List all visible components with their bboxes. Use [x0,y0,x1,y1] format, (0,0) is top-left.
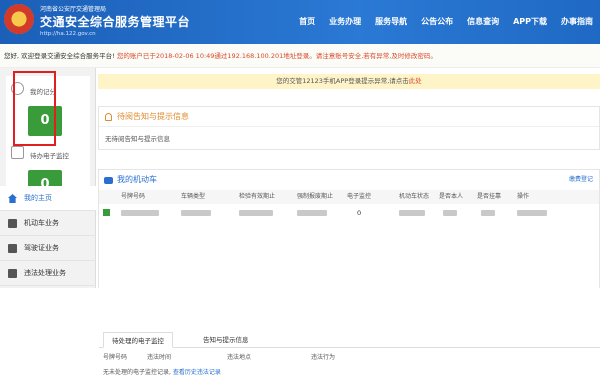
blurred-affiliated [481,210,495,216]
alert-panel-header: 待阅告知与提示信息 [99,107,599,127]
license-icon [8,244,17,253]
row-status-marker [103,209,110,216]
tab-pending-monitor[interactable]: 待处理的电子监控 [103,332,173,348]
alert-panel: 待阅告知与提示信息 无待阅告知与提示信息 [98,106,600,150]
col-violation-act: 违法行为 [311,354,336,361]
vehicle-panel-header: 我的机动车 缴费登记 [99,170,599,190]
app-login-notice: 您的交管12123手机APP登录提示异常,请点击此处 [98,74,600,89]
camera-icon [11,146,24,159]
blurred-plate [121,210,159,216]
menu-item-violation[interactable]: 违法处理业务 [0,261,96,286]
app-notice-text: 您的交管12123手机APP登录提示异常,请点击 [276,77,409,85]
violation-empty-text: 无未处理的电子监控记录, [103,369,171,376]
vehicle-panel: 我的机动车 缴费登记 号牌号码 车辆类型 检验有效期止 强制报废期止 电子监控 … [98,169,600,376]
site-url: http://ha.122.gov.cn [40,31,96,37]
menu-item-label: 驾驶证业务 [24,244,59,252]
site-header: 河南省公安厅交通管理局 交通安全综合服务管理平台 http://ha.122.g… [0,0,600,44]
blurred-inspection [239,210,273,216]
row-monitor-count: 0 [357,209,362,217]
nav-service-guide[interactable]: 服务导航 [368,0,414,44]
main-content: 您的交管12123手机APP登录提示异常,请点击此处 待阅告知与提示信息 无待阅… [98,68,600,376]
history-violation-link[interactable]: 查看历史违法记录 [173,369,221,376]
department-name: 河南省公安厅交通管理局 [40,6,107,13]
sidebar: 我的记分 0 待办电子监控 0 我的主页 机动车业务 驾驶证业务 违法处理业务 [0,68,96,288]
login-notice-bar: 您好, 欢迎登录交通安全综合服务平台! 您的账户已于2018-02-06 10:… [0,44,600,68]
police-emblem-icon [4,4,34,34]
col-is-owner: 是否本人 [439,193,464,200]
blurred-type [181,210,211,216]
points-value: 0 [28,106,62,136]
blurred-status [399,210,425,216]
vehicle-table-header: 号牌号码 车辆类型 检验有效期止 强制报废期止 电子监控 机动车状态 是否本人 … [99,190,599,204]
tab-notices[interactable]: 告知与提示信息 [195,332,257,348]
violation-empty-message: 无未处理的电子监控记录, 查看历史违法记录 [103,367,221,376]
platform-title: 交通安全综合服务管理平台 [40,15,191,29]
violation-table-header: 号牌号码 违法时间 违法地点 违法行为 [99,352,600,364]
blurred-actions [517,210,547,216]
points-icon [11,82,24,95]
car-icon [104,177,113,184]
points-label: 我的记分 [30,88,56,96]
vehicle-panel-title: 我的机动车 [117,175,157,184]
side-menu: 我的主页 机动车业务 驾驶证业务 违法处理业务 [0,186,96,286]
payment-register-link[interactable]: 缴费登记 [569,170,593,190]
col-vehicle-type: 车辆类型 [181,193,206,200]
menu-item-label: 机动车业务 [24,219,59,227]
blurred-scrap [297,210,327,216]
col-plate: 号牌号码 [103,354,128,361]
col-actions: 操作 [517,193,530,200]
greeting-text: 您好, [4,52,20,60]
car-icon [8,219,17,228]
col-is-affiliated: 是否挂靠 [477,193,502,200]
nav-office-guide[interactable]: 办事指南 [554,0,600,44]
col-violation-time: 违法时间 [147,354,172,361]
welcome-text: 欢迎登录交通安全综合服务平台! [21,52,115,60]
table-row[interactable]: 0 [99,206,599,220]
points-card[interactable]: 我的记分 0 [6,76,90,144]
home-icon [8,194,17,203]
login-warning-text: 您的账户已于2018-02-06 10:49通过192.168.100.201地… [116,52,437,60]
nav-announcements[interactable]: 公告公布 [414,0,460,44]
col-vehicle-status: 机动车状态 [399,193,430,200]
col-monitor: 电子监控 [347,193,372,200]
nav-business[interactable]: 业务办理 [322,0,368,44]
app-notice-link[interactable]: 此处 [409,77,422,85]
menu-item-license[interactable]: 驾驶证业务 [0,236,96,261]
menu-item-vehicle[interactable]: 机动车业务 [0,211,96,236]
nav-home[interactable]: 首页 [292,0,322,44]
col-scrap-expiry: 强制报废期止 [297,193,334,200]
alert-empty-text: 无待阅告知与提示信息 [105,135,170,143]
col-violation-place: 违法地点 [227,354,252,361]
col-plate: 号牌号码 [121,193,146,200]
blurred-owner [443,210,457,216]
col-inspection-expiry: 检验有效期止 [239,193,276,200]
camera-icon [8,269,17,278]
monitor-label: 待办电子监控 [30,152,69,160]
tab-bar: 待处理的电子监控 告知与提示信息 [99,332,600,348]
bell-icon [105,113,112,121]
menu-item-label: 我的主页 [24,194,52,202]
main-nav: 首页 业务办理 服务导航 公告公布 信息查询 APP下载 办事指南 [292,0,600,44]
menu-item-home[interactable]: 我的主页 [0,186,96,211]
menu-item-label: 违法处理业务 [24,269,66,277]
alert-panel-title: 待阅告知与提示信息 [117,112,189,121]
nav-info-query[interactable]: 信息查询 [460,0,506,44]
nav-app-download[interactable]: APP下载 [506,0,554,44]
